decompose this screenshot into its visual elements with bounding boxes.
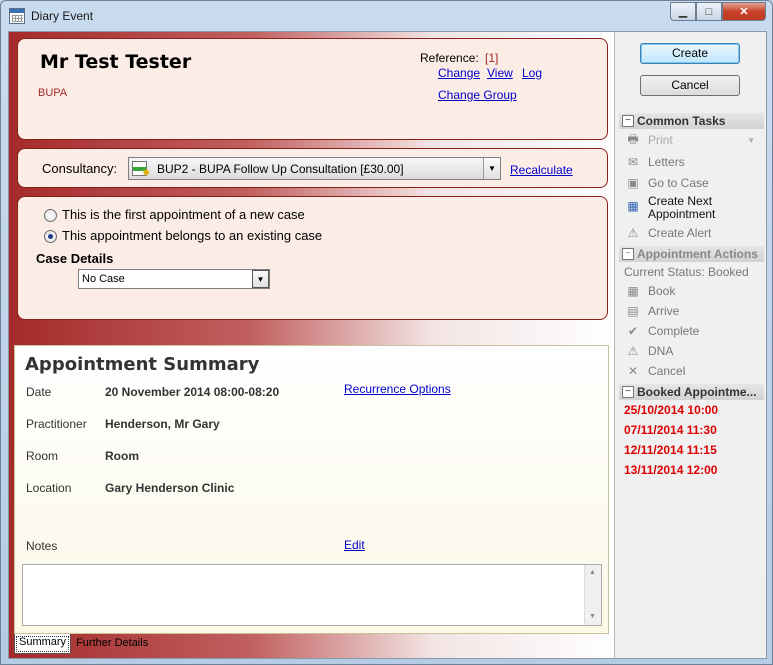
location-label: Location bbox=[26, 481, 72, 495]
appointment-summary-panel: Appointment Summary Date 20 November 201… bbox=[14, 345, 609, 634]
letters-item[interactable]: ✉ Letters bbox=[625, 153, 685, 171]
booked-appointment-item[interactable]: 07/11/2014 11:30 bbox=[624, 423, 717, 437]
reference-value: [1] bbox=[485, 51, 499, 65]
printer-icon: 🖶 bbox=[627, 131, 639, 146]
cancel-appointment-item[interactable]: ✕ Cancel bbox=[625, 362, 685, 380]
minimize-button[interactable]: ▁ bbox=[670, 2, 696, 21]
dna-item[interactable]: ⚠ DNA bbox=[625, 342, 674, 360]
consultancy-select[interactable]: ✸ BUP2 - BUPA Follow Up Consultation [£3… bbox=[128, 157, 501, 180]
existing-case-label[interactable]: This appointment belongs to an existing … bbox=[62, 228, 322, 243]
print-item: 🖶 Print ▼ bbox=[625, 131, 755, 149]
room-label: Room bbox=[26, 449, 59, 463]
consultancy-value: BUP2 - BUPA Follow Up Consultation [£30.… bbox=[157, 162, 404, 176]
book-item[interactable]: ▦ Book bbox=[625, 282, 675, 300]
window-title: Diary Event bbox=[31, 9, 94, 23]
change-group-link[interactable]: Change Group bbox=[438, 88, 517, 102]
case-icon: ▣ bbox=[627, 176, 639, 190]
calendar-icon: ▦ bbox=[627, 199, 639, 213]
print-dropdown-icon: ▼ bbox=[747, 135, 755, 145]
case-panel: This is the first appointment of a new c… bbox=[17, 196, 608, 320]
scroll-down-icon[interactable]: ▼ bbox=[589, 613, 596, 620]
notes-textarea[interactable] bbox=[22, 564, 602, 626]
location-value: Gary Henderson Clinic bbox=[105, 481, 235, 495]
common-tasks-header[interactable]: Common Tasks bbox=[619, 113, 764, 129]
diary-event-window: Diary Event ▁ □ ✕ Mr Test Tester BUPA Re… bbox=[0, 0, 773, 665]
appointment-actions-header[interactable]: Appointment Actions bbox=[619, 246, 764, 262]
existing-case-radio[interactable] bbox=[44, 230, 57, 243]
booked-appointments-header[interactable]: Booked Appointme... bbox=[619, 384, 764, 400]
summary-title: Appointment Summary bbox=[25, 354, 260, 375]
consultancy-label: Consultancy: bbox=[42, 161, 118, 176]
practitioner-label: Practitioner bbox=[26, 417, 87, 431]
payer-name: BUPA bbox=[38, 87, 68, 99]
calendar-icon bbox=[9, 8, 25, 24]
close-button[interactable]: ✕ bbox=[722, 2, 766, 21]
view-link[interactable]: View bbox=[487, 66, 513, 80]
room-value: Room bbox=[105, 449, 139, 463]
checkmark-icon: ✔ bbox=[627, 324, 639, 338]
reference-label: Reference: bbox=[420, 51, 479, 65]
date-label: Date bbox=[26, 385, 52, 399]
recurrence-options-link[interactable]: Recurrence Options bbox=[344, 382, 451, 396]
create-alert-item[interactable]: ⚠ Create Alert bbox=[625, 224, 712, 242]
letters-icon: ✉ bbox=[627, 155, 639, 169]
create-next-appointment-item[interactable]: ▦ Create Next Appointment bbox=[625, 194, 715, 224]
dropdown-arrow-icon[interactable]: ▼ bbox=[483, 158, 500, 179]
scroll-up-icon[interactable]: ▲ bbox=[589, 569, 596, 576]
task-pane: Create Cancel Common Tasks 🖶 Print ▼ ✉ L… bbox=[614, 32, 766, 658]
tab-summary[interactable]: Summary bbox=[14, 634, 72, 654]
main-pane: Mr Test Tester BUPA Reference: [1] Chang… bbox=[9, 32, 614, 658]
date-value: 20 November 2014 08:00-08:20 bbox=[105, 385, 280, 399]
star-icon: ✸ bbox=[142, 168, 151, 179]
arrive-icon: ▤ bbox=[627, 304, 639, 318]
booked-appointment-item[interactable]: 13/11/2014 12:00 bbox=[624, 463, 717, 477]
cross-icon: ✕ bbox=[627, 364, 639, 378]
warning-icon: ⚠ bbox=[627, 344, 639, 358]
edit-notes-link[interactable]: Edit bbox=[344, 538, 365, 552]
current-status: Current Status: Booked bbox=[624, 265, 749, 279]
alert-icon: ⚠ bbox=[627, 226, 639, 240]
patient-name: Mr Test Tester bbox=[40, 51, 192, 73]
patient-panel: Mr Test Tester BUPA Reference: [1] Chang… bbox=[17, 38, 608, 140]
window-controls: ▁ □ ✕ bbox=[670, 2, 766, 21]
case-select[interactable]: No Case ▼ bbox=[78, 269, 270, 289]
booked-appointment-item[interactable]: 25/10/2014 10:00 bbox=[624, 403, 718, 417]
grid-icon: ▦ bbox=[627, 284, 639, 298]
arrive-item[interactable]: ▤ Arrive bbox=[625, 302, 679, 320]
log-link[interactable]: Log bbox=[522, 66, 542, 80]
notes-label: Notes bbox=[26, 539, 58, 553]
minimize-icon: ▁ bbox=[678, 6, 688, 18]
tab-further-details[interactable]: Further Details bbox=[71, 634, 153, 654]
case-select-value: No Case bbox=[82, 273, 125, 285]
maximize-icon: □ bbox=[705, 5, 713, 18]
consultancy-panel: Consultancy: ✸ BUP2 - BUPA Follow Up Con… bbox=[17, 148, 608, 188]
complete-item[interactable]: ✔ Complete bbox=[625, 322, 699, 340]
change-link[interactable]: Change bbox=[438, 66, 480, 80]
title-bar[interactable]: Diary Event ▁ □ ✕ bbox=[1, 1, 772, 31]
new-case-label[interactable]: This is the first appointment of a new c… bbox=[62, 207, 305, 222]
recalculate-link[interactable]: Recalculate bbox=[510, 163, 573, 177]
cancel-button[interactable]: Cancel bbox=[640, 75, 740, 96]
create-button[interactable]: Create bbox=[640, 43, 740, 64]
bottom-tabs: Summary Further Details bbox=[14, 634, 153, 654]
dropdown-arrow-icon[interactable]: ▼ bbox=[252, 270, 269, 288]
go-to-case-item[interactable]: ▣ Go to Case bbox=[625, 174, 708, 192]
maximize-button[interactable]: □ bbox=[696, 2, 722, 21]
new-case-radio[interactable] bbox=[44, 209, 57, 222]
notes-scrollbar[interactable]: ▲ ▼ bbox=[584, 565, 601, 625]
client-area: Mr Test Tester BUPA Reference: [1] Chang… bbox=[8, 31, 767, 659]
practitioner-value: Henderson, Mr Gary bbox=[105, 417, 220, 431]
case-details-label: Case Details bbox=[36, 251, 114, 266]
close-icon: ✕ bbox=[739, 6, 749, 18]
booked-appointment-item[interactable]: 12/11/2014 11:15 bbox=[624, 443, 717, 457]
